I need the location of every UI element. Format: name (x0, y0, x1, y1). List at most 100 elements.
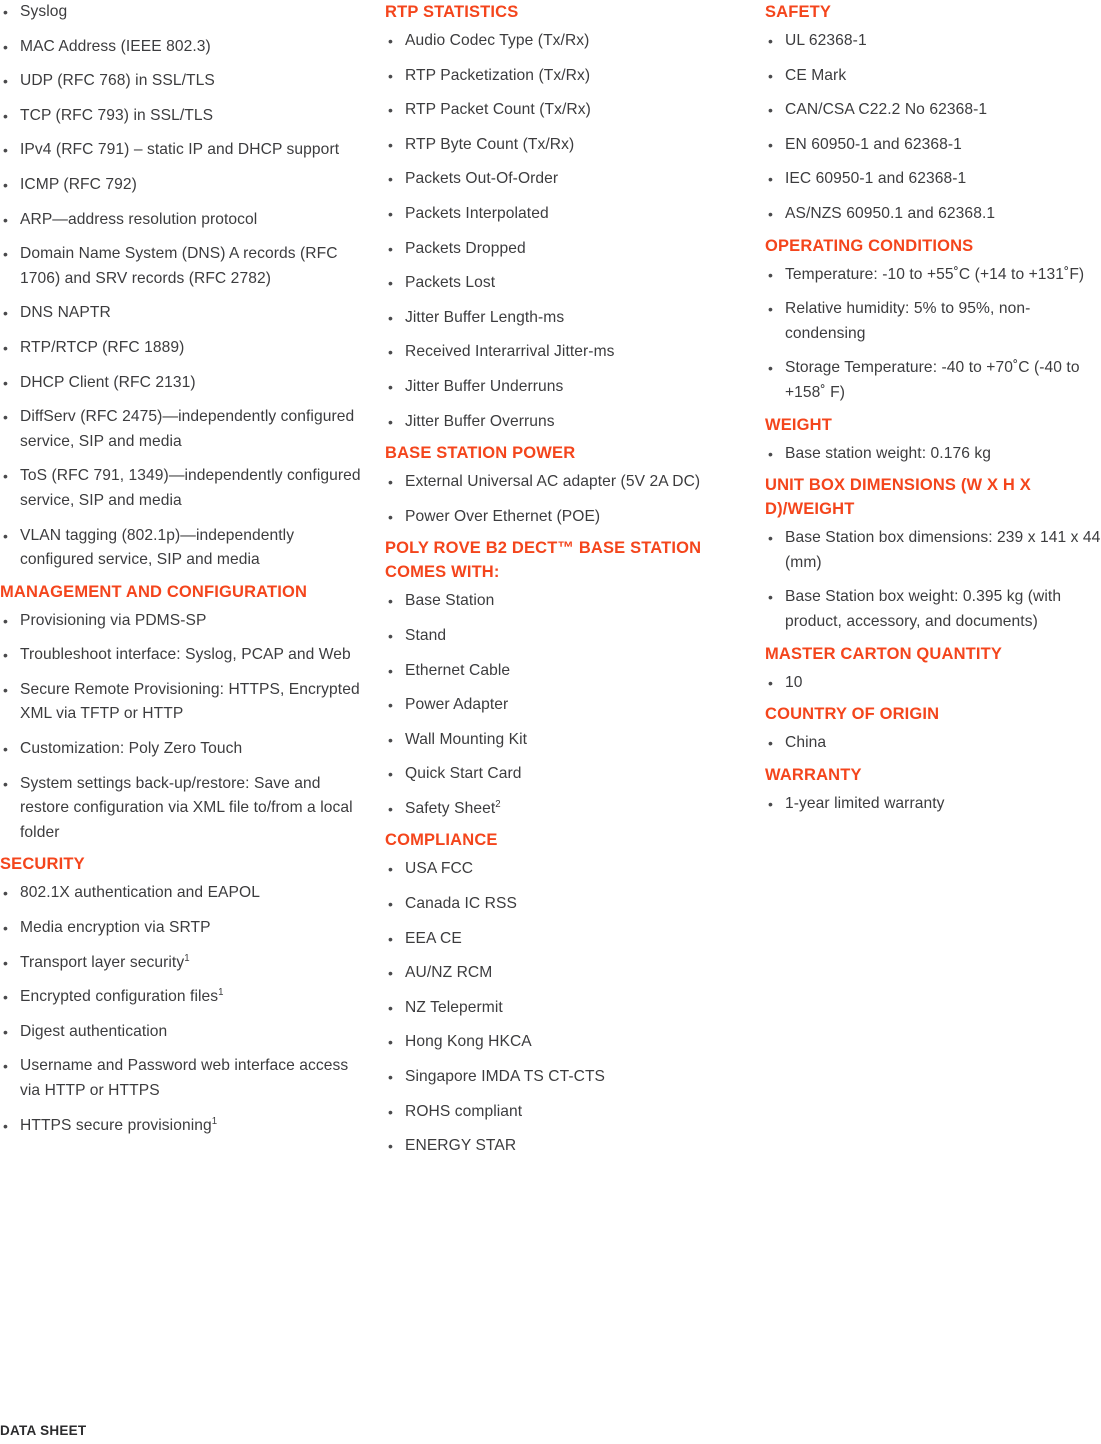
list-item: IPv4 (RFC 791) – static IP and DHCP supp… (0, 138, 366, 163)
list-item: Power Adapter (385, 693, 731, 718)
list-item: Canada IC RSS (385, 892, 731, 917)
list-item: Packets Out-Of-Order (385, 167, 731, 192)
list-item: MAC Address (IEEE 802.3) (0, 35, 366, 60)
section-compliance: COMPLIANCE USA FCC Canada IC RSS EEA CE AU/N… (385, 828, 731, 1158)
list-item: 1-year limited warranty (765, 792, 1101, 817)
bullet-list-compliance: USA FCC Canada IC RSS EEA CE AU/NZ RCM NZ Te… (385, 857, 731, 1158)
bullet-list-safety: UL 62368-1 CE Mark CAN/CSA C22.2 No 62368-… (765, 29, 1101, 227)
bullet-list-unit-box-dimensions: Base Station box dimensions: 239 x 141 x… (765, 526, 1101, 634)
section-heading-warranty: WARRANTY (765, 765, 862, 784)
list-item: RTP Packetization (Tx/Rx) (385, 64, 731, 89)
list-item: RTP/RTCP (RFC 1889) (0, 336, 366, 361)
page-footer-label: DATA SHEET (0, 1423, 87, 1438)
list-item: HTTPS secure provisioning1 (0, 1114, 366, 1139)
list-item: Temperature: -10 to +55˚C (+14 to +131˚F… (765, 263, 1101, 288)
list-item: Jitter Buffer Length-ms (385, 306, 731, 331)
list-item: 10 (765, 671, 1101, 696)
section-security: SECURITY 802.1X authentication and EAPOL M… (0, 852, 366, 1138)
list-item: Media encryption via SRTP (0, 916, 366, 941)
list-item: External Universal AC adapter (5V 2A DC) (385, 470, 731, 495)
list-item: UDP (RFC 768) in SSL/TLS (0, 69, 366, 94)
list-item: China (765, 731, 1101, 756)
section-heading-safety: SAFETY (765, 3, 832, 21)
list-item: Audio Codec Type (Tx/Rx) (385, 29, 731, 54)
list-item: DiffServ (RFC 2475)—independently config… (0, 405, 366, 454)
list-item: Digest authentication (0, 1020, 366, 1045)
section-master-carton-quantity: MASTER CARTON QUANTITY 10 (765, 642, 1101, 696)
list-item: ROHS compliant (385, 1100, 731, 1125)
list-item: DHCP Client (RFC 2131) (0, 371, 366, 396)
bullet-list-operating-conditions: Temperature: -10 to +55˚C (+14 to +131˚F… (765, 263, 1101, 406)
list-item: Power Over Ethernet (POE) (385, 505, 731, 530)
section-weight: WEIGHT Base station weight: 0.176 kg (765, 413, 1101, 467)
list-item: Base Station box weight: 0.395 kg (with … (765, 585, 1101, 634)
section-heading-security: SECURITY (0, 855, 85, 874)
bullet-list-protocols-continued: Syslog MAC Address (IEEE 802.3) UDP (RFC 7… (0, 0, 366, 573)
list-item: CE Mark (765, 64, 1101, 89)
list-item: Syslog (0, 0, 366, 25)
list-item: Base station weight: 0.176 kg (765, 442, 1101, 467)
list-item: NZ Telepermit (385, 996, 731, 1021)
list-item: USA FCC (385, 857, 731, 882)
bullet-list-country-of-origin: China (765, 731, 1101, 756)
section-heading-master-carton-quantity: MASTER CARTON QUANTITY (765, 644, 1003, 663)
list-item: Relative humidity: 5% to 95%, non-conden… (765, 297, 1101, 346)
list-item: UL 62368-1 (765, 29, 1101, 54)
section-safety: SAFETY UL 62368-1 CE Mark CAN/CSA C22.2 No … (765, 0, 1101, 227)
spec-column-3: SAFETY UL 62368-1 CE Mark CAN/CSA C22.2 No … (765, 0, 1101, 816)
list-item: Quick Start Card (385, 762, 731, 787)
list-item: Base Station box dimensions: 239 x 141 x… (765, 526, 1101, 575)
list-item: IEC 60950-1 and 62368-1 (765, 167, 1101, 192)
datasheet-page: Syslog MAC Address (IEEE 802.3) UDP (RFC 7… (0, 0, 1101, 1444)
section-heading-operating-conditions: OPERATING CONDITIONS (765, 236, 974, 255)
section-operating-conditions: OPERATING CONDITIONS Temperature: -10 to … (765, 234, 1101, 406)
list-item: Hong Kong HKCA (385, 1030, 731, 1055)
list-item: Packets Lost (385, 271, 731, 296)
list-item: Secure Remote Provisioning: HTTPS, Encry… (0, 678, 366, 727)
list-item: Packets Interpolated (385, 202, 731, 227)
list-item: Provisioning via PDMS-SP (0, 609, 366, 634)
list-item: Domain Name System (DNS) A records (RFC … (0, 242, 366, 291)
section-heading-weight: WEIGHT (765, 415, 832, 434)
list-item: Jitter Buffer Overruns (385, 410, 731, 435)
list-item: DNS NAPTR (0, 301, 366, 326)
spec-column-2: RTP STATISTICS Audio Codec Type (Tx/Rx) RT… (385, 0, 731, 1159)
section-comes-with: POLY ROVE B2 DECT™ BASE STATION COMES WI… (385, 536, 731, 821)
section-heading-rtp-statistics: RTP STATISTICS (385, 3, 519, 21)
section-warranty: WARRANTY 1-year limited warranty (765, 763, 1101, 817)
list-item: 802.1X authentication and EAPOL (0, 881, 366, 906)
section-heading-base-station-power: BASE STATION POWER (385, 444, 576, 463)
list-item: Wall Mounting Kit (385, 728, 731, 753)
list-item: Customization: Poly Zero Touch (0, 737, 366, 762)
list-item: Singapore IMDA TS CT-CTS (385, 1065, 731, 1090)
section-unit-box-dimensions: UNIT BOX DIMENSIONS (W X H X D)/WEIGHT Ba… (765, 473, 1101, 634)
list-item: RTP Packet Count (Tx/Rx) (385, 98, 731, 123)
list-item: AU/NZ RCM (385, 961, 731, 986)
bullet-list-master-carton-quantity: 10 (765, 671, 1101, 696)
list-item: Username and Password web interface acce… (0, 1054, 366, 1103)
section-management-and-configuration: MANAGEMENT AND CONFIGURATION Provisioning… (0, 580, 366, 846)
section-protocols-continued: Syslog MAC Address (IEEE 802.3) UDP (RFC 7… (0, 0, 366, 573)
bullet-list-management-and-configuration: Provisioning via PDMS-SP Troubleshoot int… (0, 609, 366, 846)
section-heading-comes-with: POLY ROVE B2 DECT™ BASE STATION COMES WI… (385, 539, 702, 582)
section-heading-country-of-origin: COUNTRY OF ORIGIN (765, 705, 940, 724)
bullet-list-rtp-statistics: Audio Codec Type (Tx/Rx) RTP Packetizatio… (385, 29, 731, 434)
list-item: Troubleshoot interface: Syslog, PCAP and… (0, 643, 366, 668)
list-item: ICMP (RFC 792) (0, 173, 366, 198)
list-item: System settings back-up/restore: Save an… (0, 772, 366, 846)
list-item: Transport layer security1 (0, 951, 366, 976)
list-item: Safety Sheet2 (385, 797, 731, 822)
list-item: Jitter Buffer Underruns (385, 375, 731, 400)
list-item: EEA CE (385, 927, 731, 952)
section-country-of-origin: COUNTRY OF ORIGIN China (765, 702, 1101, 756)
list-item: VLAN tagging (802.1p)—independently conf… (0, 524, 366, 573)
list-item: Packets Dropped (385, 237, 731, 262)
list-item: Received Interarrival Jitter-ms (385, 340, 731, 365)
section-heading-management-and-configuration: MANAGEMENT AND CONFIGURATION (0, 582, 308, 601)
section-rtp-statistics: RTP STATISTICS Audio Codec Type (Tx/Rx) RT… (385, 0, 731, 434)
section-heading-compliance: COMPLIANCE (385, 831, 498, 850)
list-item: Storage Temperature: -40 to +70˚C (-40 t… (765, 356, 1101, 405)
list-item: Base Station (385, 589, 731, 614)
list-item: ToS (RFC 791, 1349)—independently config… (0, 464, 366, 513)
list-item: ARP—address resolution protocol (0, 208, 366, 233)
